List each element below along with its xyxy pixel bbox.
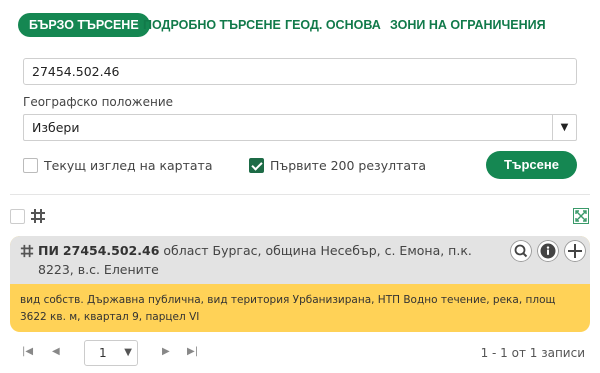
first-200-label: Първите 200 резултата [270, 157, 426, 173]
pager-info: 1 - 1 от 1 записи [480, 346, 585, 360]
result-details: вид собств. Държавна публична, вид терит… [20, 294, 556, 323]
first-page-icon[interactable]: |◀ [22, 346, 33, 357]
result-id: 27454.502.46 [62, 243, 160, 258]
select-all-checkbox[interactable] [10, 209, 25, 224]
location-select-value: Избери [32, 120, 80, 135]
first-200-checkbox[interactable] [249, 157, 264, 173]
info-icon[interactable] [537, 240, 559, 262]
page-select[interactable]: 1 ▼ [84, 340, 138, 366]
location-select[interactable]: Избери ▼ [23, 114, 577, 141]
divider [10, 194, 590, 195]
parcel-grid-icon [20, 244, 34, 258]
current-view-label: Текущ изглед на картата [44, 157, 213, 173]
last-page-icon[interactable]: ▶| [187, 346, 198, 357]
result-card[interactable]: ПИ 27454.502.46 област Бургас, община Не… [10, 236, 590, 332]
pagination: |◀ ◀ 1 ▼ ▶ ▶| 1 - 1 от 1 записи [0, 340, 600, 366]
current-view-option[interactable]: Текущ изглед на картата [23, 155, 213, 175]
location-label: Географско положение [23, 95, 173, 109]
expand-icon[interactable] [573, 208, 589, 224]
search-button[interactable]: Търсене [486, 151, 577, 179]
search-input[interactable]: 27454.502.46 [23, 58, 577, 85]
tab-bar: БЪРЗО ТЪРСЕНЕ ПОДРОБНО ТЪРСЕНЕ ГЕОД. ОСН… [0, 0, 600, 50]
current-view-checkbox[interactable] [23, 157, 38, 173]
tab-geodetic-base[interactable]: ГЕОД. ОСНОВА [285, 13, 381, 37]
first-200-option[interactable]: Първите 200 резултата [249, 155, 426, 175]
grid-icon[interactable] [30, 208, 46, 224]
add-icon[interactable] [564, 240, 586, 262]
tab-restriction-zones[interactable]: ЗОНИ НА ОГРАНИЧЕНИЯ [390, 13, 546, 37]
dropdown-arrow-icon[interactable]: ▼ [552, 115, 576, 140]
chevron-down-icon: ▼ [124, 347, 132, 358]
tab-quick-search[interactable]: БЪРЗО ТЪРСЕНЕ [18, 13, 150, 37]
result-title: ПИ 27454.502.46 област Бургас, община Не… [38, 241, 498, 279]
page-number: 1 [99, 346, 107, 360]
result-header: ПИ 27454.502.46 област Бургас, община Не… [10, 236, 590, 284]
zoom-search-icon[interactable] [510, 240, 532, 262]
result-id-prefix: ПИ [38, 243, 59, 258]
next-page-icon[interactable]: ▶ [162, 346, 170, 357]
prev-page-icon[interactable]: ◀ [52, 346, 60, 357]
tab-advanced-search[interactable]: ПОДРОБНО ТЪРСЕНЕ [143, 13, 281, 37]
